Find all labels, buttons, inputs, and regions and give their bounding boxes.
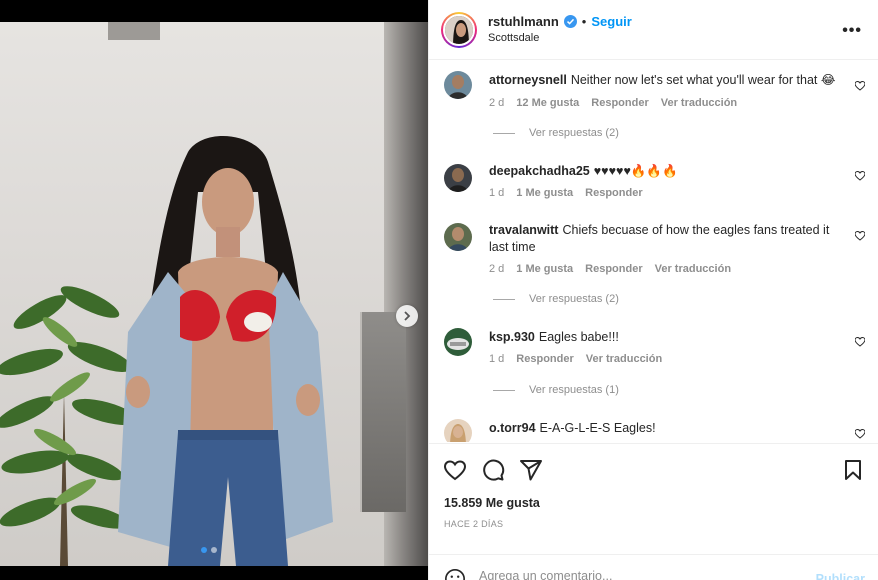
translate-button[interactable]: Ver traducción <box>586 353 662 365</box>
comment-meta: 2 d 12 Me gusta Responder Ver traducción <box>489 97 737 109</box>
view-replies-label[interactable]: Ver respuestas (2) <box>529 127 619 139</box>
commenter-avatar[interactable] <box>444 419 472 442</box>
comment-time: 1 d <box>489 353 505 365</box>
commenter-avatar[interactable] <box>444 71 472 99</box>
post-date: HACE 2 DÍAS <box>444 519 504 529</box>
commenter-avatar[interactable] <box>444 164 472 192</box>
comment-text-line: attorneysnell Neither now let's set what … <box>489 72 837 89</box>
reply-button[interactable]: Responder <box>585 187 642 199</box>
carousel-dots <box>201 547 217 553</box>
share-icon[interactable] <box>519 458 543 482</box>
reply-button[interactable]: Responder <box>516 353 573 365</box>
emoji-icon[interactable] <box>444 568 466 580</box>
stone-panel <box>360 312 406 512</box>
comment-text-line: o.torr94 E-A-G-L-E-S Eagles! <box>489 420 837 437</box>
comment-text-line: travalanwitt Chiefs becuase of how the ea… <box>489 222 837 256</box>
post-header: rstuhlmann • Seguir Scottsdale ••• <box>429 0 878 60</box>
translate-button[interactable]: Ver traducción <box>661 97 737 109</box>
heart-icon[interactable] <box>855 81 865 91</box>
commenter-avatar[interactable] <box>444 328 472 356</box>
follow-button[interactable]: Seguir <box>591 14 631 29</box>
ceiling-fixture <box>108 22 160 40</box>
person-figure <box>118 135 333 566</box>
heart-icon[interactable] <box>855 337 865 347</box>
comment-likes[interactable]: 12 Me gusta <box>516 97 579 109</box>
comment-meta: 1 d 1 Me gusta Responder <box>489 187 643 199</box>
comment-username[interactable]: o.torr94 <box>489 421 536 435</box>
heart-icon[interactable] <box>855 429 865 439</box>
view-replies[interactable]: Ver respuestas (2) <box>493 127 619 139</box>
comment-time: 2 d <box>489 97 505 109</box>
translate-button[interactable]: Ver traducción <box>655 263 731 275</box>
carousel-dot <box>211 547 217 553</box>
chevron-right-icon <box>404 311 411 321</box>
heart-icon[interactable] <box>443 458 467 482</box>
reply-button[interactable]: Responder <box>585 263 642 275</box>
post-location[interactable]: Scottsdale <box>488 32 539 44</box>
comment-username[interactable]: ksp.930 <box>489 330 535 344</box>
comment-text: E-A-G-L-E-S Eagles! <box>539 421 656 435</box>
post-photo[interactable] <box>0 22 428 566</box>
view-replies-label[interactable]: Ver respuestas (2) <box>529 293 619 305</box>
add-comment-bar: Publicar <box>429 554 878 580</box>
author-avatar[interactable] <box>441 12 477 48</box>
comment-text-line: deepakchadha25 ♥♥♥♥♥🔥🔥🔥 <box>489 163 837 180</box>
comment-username[interactable]: deepakchadha25 <box>489 164 590 178</box>
post-actions: 15.859 Me gusta HACE 2 DÍAS Publicar <box>429 443 878 580</box>
author-line: rstuhlmann • Seguir <box>488 14 632 29</box>
bookmark-icon[interactable] <box>841 458 865 482</box>
verified-icon <box>563 15 577 28</box>
post-panel: rstuhlmann • Seguir Scottsdale ••• attor… <box>428 0 878 580</box>
publish-button[interactable]: Publicar <box>816 572 865 580</box>
comment-text-line: ksp.930 Eagles babe!!! <box>489 329 837 346</box>
comment-text: Neither now let's set what you'll wear f… <box>570 73 836 87</box>
reply-button[interactable]: Responder <box>591 97 648 109</box>
comment-likes[interactable]: 1 Me gusta <box>516 187 573 199</box>
heart-icon[interactable] <box>855 231 865 241</box>
carousel-dot-active <box>201 547 207 553</box>
separator-dot: • <box>581 14 587 29</box>
post-media <box>0 0 428 580</box>
comment-text: Eagles babe!!! <box>538 330 619 344</box>
more-options-icon[interactable]: ••• <box>842 22 862 40</box>
view-replies-label[interactable]: Ver respuestas (1) <box>529 384 619 396</box>
comment-likes[interactable]: 1 Me gusta <box>516 263 573 275</box>
heart-icon[interactable] <box>855 171 865 181</box>
comments-list: attorneysnell Neither now let's set what … <box>429 61 878 442</box>
view-replies[interactable]: Ver respuestas (2) <box>493 293 619 305</box>
comment-meta: 1 d Responder Ver traducción <box>489 353 662 365</box>
comment-icon[interactable] <box>481 458 505 482</box>
next-photo-button[interactable] <box>396 305 418 327</box>
action-row <box>443 458 543 482</box>
commenter-avatar[interactable] <box>444 223 472 251</box>
author-username[interactable]: rstuhlmann <box>488 14 559 29</box>
comment-text: ♥♥♥♥♥🔥🔥🔥 <box>593 164 678 178</box>
comment-username[interactable]: attorneysnell <box>489 73 567 87</box>
comment-time: 1 d <box>489 187 505 199</box>
comment-meta: 2 d 1 Me gusta Responder Ver traducción <box>489 263 731 275</box>
comment-time: 2 d <box>489 263 505 275</box>
comment-input[interactable] <box>479 569 799 580</box>
comment-username[interactable]: travalanwitt <box>489 223 558 237</box>
view-replies[interactable]: Ver respuestas (1) <box>493 384 619 396</box>
likes-count[interactable]: 15.859 Me gusta <box>444 496 540 510</box>
